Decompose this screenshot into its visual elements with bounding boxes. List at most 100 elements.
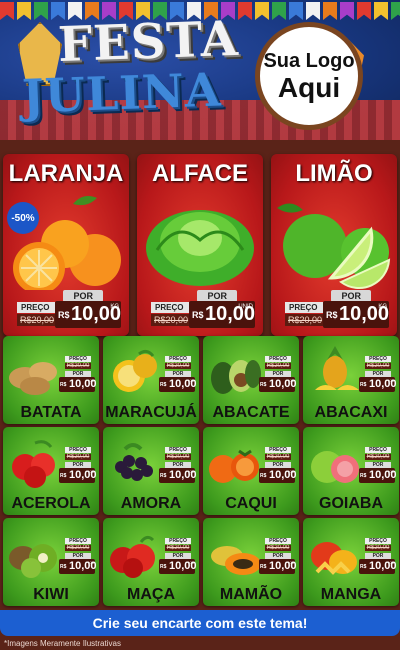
potato-icon <box>9 362 57 395</box>
product-card[interactable]: PREÇO R$20,00 POR R$ 10,00 KG MAMÃO <box>203 518 299 606</box>
lime-icon <box>277 203 391 289</box>
apple-icon <box>110 535 155 578</box>
price-tag: PREÇO R$20,00 POR R$ 10,00 KG <box>359 356 397 392</box>
old-price: R$20,00 <box>265 363 291 369</box>
flag-icon <box>391 2 400 20</box>
old-price: R$20,00 <box>265 454 291 460</box>
product-card[interactable]: PREÇO R$20,00 POR R$ 10,00 KG CAQUI <box>203 427 299 515</box>
product-card[interactable]: PREÇO R$20,00 POR R$ 10,00 KG AMORA <box>103 427 199 515</box>
price-tag: PREÇO R$20,00 POR R$ 10,00 KG <box>159 447 197 483</box>
featured-card-alface[interactable]: ALFACE POR PREÇO R$20,00 R$ 10,00 UNID <box>137 154 263 336</box>
flag-icon <box>0 2 14 20</box>
logo-text-line2: Aqui <box>277 71 341 103</box>
old-price: R$20,00 <box>165 545 191 551</box>
old-price: R$20,00 <box>165 454 191 460</box>
currency: R$ <box>360 473 367 479</box>
product-name: MAMÃO <box>219 586 283 603</box>
product-name: KIWI <box>33 586 69 603</box>
unit: KG <box>88 560 94 565</box>
preco-label: PREÇO <box>165 356 191 362</box>
product-card[interactable]: PREÇO R$20,00 POR R$ 10,00 KG ABACAXI <box>303 336 399 424</box>
preco-label: PREÇO <box>165 447 191 453</box>
old-price: R$20,00 <box>265 545 291 551</box>
logo-placeholder[interactable]: Sua Logo Aqui <box>255 22 363 130</box>
product-card[interactable]: PREÇO R$20,00 POR R$ 10,00 KG BATATA <box>3 336 99 424</box>
passion-fruit-icon <box>113 349 157 392</box>
preco-label: PREÇO <box>365 447 391 453</box>
old-price: R$20,00 <box>165 363 191 369</box>
price-tag: PREÇO R$20,00 POR R$ 10,00 KG <box>359 538 397 574</box>
blackberry-icon <box>115 443 153 481</box>
price-box: R$ 10,00 KG <box>259 377 297 392</box>
unit: KG <box>88 378 94 383</box>
flag-icon <box>357 2 371 20</box>
product-name: BATATA <box>20 404 82 421</box>
preco-label: PREÇO <box>65 356 91 362</box>
product-name: MANGA <box>320 586 382 603</box>
unit: KG <box>88 469 94 474</box>
featured-card-limao[interactable]: LIMÃO POR PREÇO R$20,00 R$ 10,00 KG <box>271 154 397 336</box>
unit: KG <box>378 304 387 310</box>
acerola-icon <box>12 440 55 488</box>
currency: R$ <box>60 473 67 479</box>
flag-icon <box>374 2 388 20</box>
price-box: R$ 10,00 UNID <box>189 301 255 328</box>
flag-icon <box>306 2 320 20</box>
pineapple-icon <box>315 346 359 390</box>
preco-label: PREÇO <box>365 356 391 362</box>
price-tag: POR PREÇO R$20,00 R$ 10,00 KG <box>17 290 121 330</box>
price-box: R$ 10,00 KG <box>59 468 97 483</box>
title-julina: JULINA <box>21 62 223 124</box>
product-name: LIMÃO <box>295 160 373 187</box>
preco-label: PREÇO <box>265 447 291 453</box>
product-card[interactable]: PREÇO R$20,00 POR R$ 10,00 KG GOIABA <box>303 427 399 515</box>
price-box: R$ 10,00 KG <box>59 559 97 574</box>
product-name: ACEROLA <box>11 495 91 512</box>
price-tag: POR PREÇO R$20,00 R$ 10,00 UNID <box>151 290 255 330</box>
product-card[interactable]: PREÇO R$20,00 POR R$ 10,00 KG ABACATE <box>203 336 299 424</box>
product-card[interactable]: PREÇO R$20,00 POR R$ 10,00 KG MAÇA <box>103 518 199 606</box>
currency: R$ <box>326 310 338 320</box>
create-flyer-button[interactable]: Crie seu encarte com este tema! <box>0 610 400 636</box>
preco-label: PREÇO <box>151 302 189 313</box>
product-name: ABACAXI <box>314 404 388 421</box>
price-box: R$ 10,00 KG <box>259 559 297 574</box>
preco-label: PREÇO <box>265 538 291 544</box>
flag-icon <box>17 2 31 20</box>
old-price: R$20,00 <box>65 545 91 551</box>
product-name: GOIABA <box>319 495 383 512</box>
unit: KG <box>288 378 294 383</box>
price-box: R$ 10,00 KG <box>359 468 397 483</box>
currency: R$ <box>60 382 67 388</box>
currency: R$ <box>60 564 67 570</box>
price-box: R$ 10,00 KG <box>159 377 197 392</box>
price-box: R$ 10,00 KG <box>359 377 397 392</box>
currency: R$ <box>160 382 167 388</box>
price-tag: PREÇO R$20,00 POR R$ 10,00 KG <box>159 356 197 392</box>
old-price: R$20,00 <box>151 314 189 326</box>
unit: KG <box>188 378 194 383</box>
product-card[interactable]: PREÇO R$20,00 POR R$ 10,00 KG MARACUJÁ <box>103 336 199 424</box>
product-card[interactable]: PREÇO R$20,00 POR R$ 10,00 KG ACEROLA <box>3 427 99 515</box>
featured-card-laranja[interactable]: LARANJA -50% POR PREÇO R$20,00 R$ 10,00 … <box>3 154 129 336</box>
price-box: R$ 10,00 KG <box>359 559 397 574</box>
price-tag: PREÇO R$20,00 POR R$ 10,00 KG <box>59 447 97 483</box>
old-price: R$20,00 <box>285 314 323 326</box>
guava-icon <box>311 451 359 483</box>
kiwi-icon <box>9 544 57 578</box>
product-name: MAÇA <box>127 586 175 603</box>
unit: KG <box>110 304 119 310</box>
persimmon-icon <box>209 449 259 483</box>
price-box: R$ 10,00 KG <box>59 377 97 392</box>
preco-label: PREÇO <box>165 538 191 544</box>
preco-label: PREÇO <box>65 447 91 453</box>
flag-icon <box>255 2 269 20</box>
currency: R$ <box>260 473 267 479</box>
price-box: R$ 10,00 KG <box>159 559 197 574</box>
featured-row: LARANJA -50% POR PREÇO R$20,00 R$ 10,00 … <box>0 150 400 340</box>
product-card[interactable]: PREÇO R$20,00 POR R$ 10,00 KG MANGA <box>303 518 399 606</box>
lettuce-icon <box>146 210 254 286</box>
product-card[interactable]: PREÇO R$20,00 POR R$ 10,00 KG KIWI <box>3 518 99 606</box>
unit: KG <box>388 378 394 383</box>
preco-label: PREÇO <box>365 538 391 544</box>
